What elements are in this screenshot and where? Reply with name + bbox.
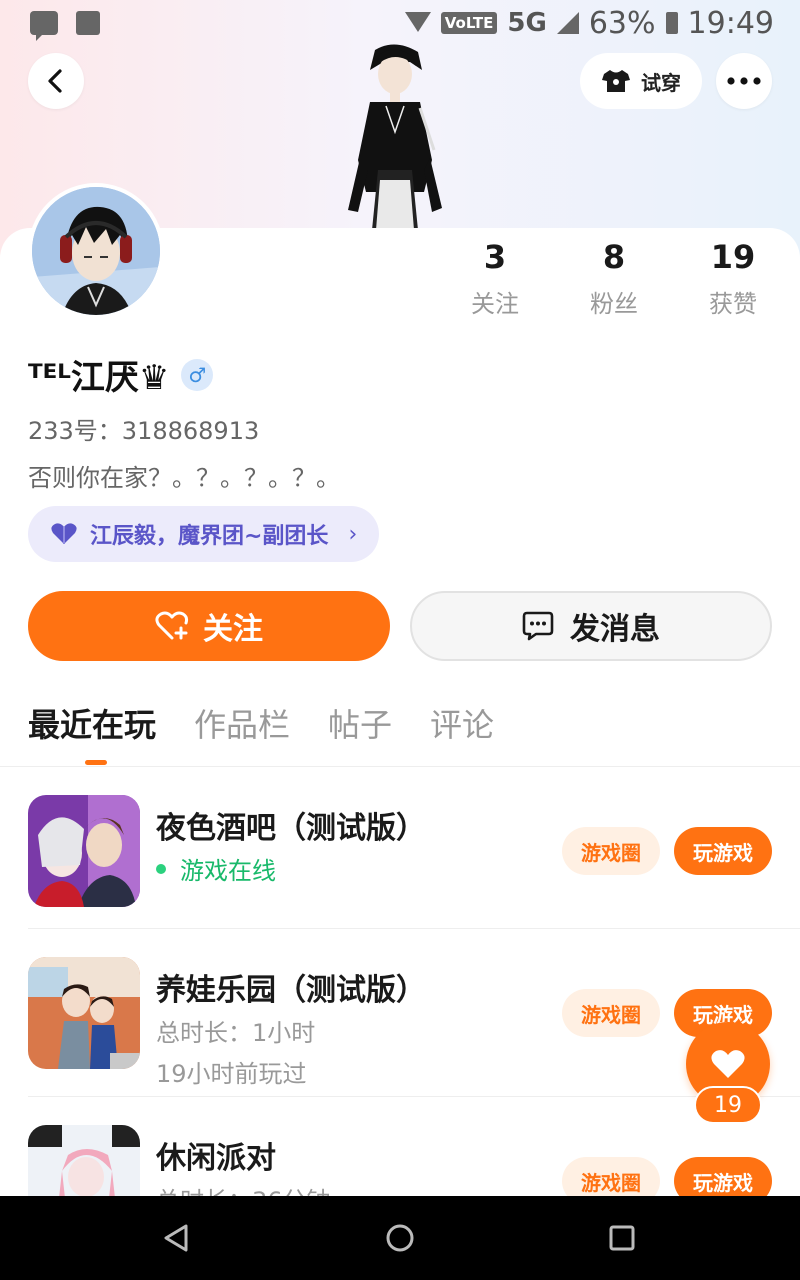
stat-label: 关注 bbox=[471, 290, 519, 318]
back-button[interactable] bbox=[28, 53, 84, 109]
stat-likes[interactable]: 19 获赞 bbox=[673, 238, 793, 319]
game-circle-button[interactable]: 游戏圈 bbox=[562, 989, 660, 1037]
game-title: 夜色酒吧（测试版） bbox=[156, 811, 426, 846]
signal-icon bbox=[556, 12, 579, 34]
nav-recents-button[interactable] bbox=[600, 1216, 644, 1260]
game-circle-button[interactable]: 游戏圈 bbox=[562, 827, 660, 875]
like-count: 19 bbox=[694, 1086, 762, 1124]
square-recents-icon bbox=[609, 1225, 635, 1251]
chevron-left-icon bbox=[48, 69, 62, 93]
network-type: 5G bbox=[507, 8, 547, 38]
game-circle-button[interactable]: 游戏圈 bbox=[562, 1157, 660, 1196]
avatar-character-illustration bbox=[348, 44, 442, 230]
stat-label: 获赞 bbox=[709, 290, 757, 318]
nav-home-button[interactable] bbox=[378, 1216, 422, 1260]
tshirt-icon bbox=[602, 70, 630, 92]
more-options-button[interactable] bbox=[716, 53, 772, 109]
online-status-label: 游戏在线 bbox=[180, 857, 276, 885]
battery-percent: 63% bbox=[588, 5, 656, 41]
game-title: 休闲派对 bbox=[156, 1141, 276, 1176]
heart-icon bbox=[711, 1050, 745, 1078]
volte-indicator: VoLTE bbox=[440, 12, 498, 34]
heart-plus-icon bbox=[155, 611, 189, 640]
try-on-label: 试穿 bbox=[641, 70, 681, 95]
tab-active-indicator bbox=[85, 760, 107, 765]
avatar-portrait bbox=[32, 187, 160, 315]
online-dot-icon bbox=[156, 863, 166, 874]
tab-works[interactable]: 作品栏 bbox=[194, 700, 290, 746]
nav-back-button[interactable] bbox=[154, 1216, 198, 1260]
chat-bubble-icon bbox=[522, 611, 554, 641]
game-thumbnail[interactable] bbox=[28, 957, 140, 1069]
guild-badge[interactable]: 江辰毅，魔界团~副团长 › bbox=[28, 506, 380, 562]
play-game-button[interactable]: 玩游戏 bbox=[674, 1157, 772, 1196]
send-message-button[interactable]: 发消息 bbox=[410, 591, 772, 661]
last-played: 19小时前玩过 bbox=[156, 1060, 307, 1088]
play-game-button[interactable]: 玩游戏 bbox=[674, 827, 772, 875]
stat-value: 3 bbox=[483, 238, 507, 276]
heart-badge-icon bbox=[51, 523, 77, 544]
try-on-button[interactable]: 试穿 bbox=[580, 53, 702, 109]
play-duration: 总时长：1小时 bbox=[156, 1019, 316, 1047]
avatar[interactable] bbox=[28, 183, 164, 319]
play-duration: 总时长：36分钟 bbox=[156, 1181, 331, 1196]
chevron-right-icon: › bbox=[348, 521, 358, 547]
user-id: 233号：318868913 bbox=[28, 417, 260, 445]
list-item[interactable]: 休闲派对 总时长：36分钟 游戏圈 玩游戏 bbox=[0, 1125, 800, 1196]
message-notification-icon bbox=[30, 11, 58, 41]
game-cover-image bbox=[28, 1125, 140, 1196]
username: ᵀᴱᴸ江厌♛ bbox=[28, 358, 170, 398]
battery-icon bbox=[665, 12, 678, 34]
game-cover-image bbox=[28, 795, 140, 907]
stat-value: 8 bbox=[602, 238, 626, 276]
game-thumbnail[interactable] bbox=[28, 795, 140, 907]
tab-posts[interactable]: 帖子 bbox=[328, 700, 392, 746]
stat-followers[interactable]: 8 粉丝 bbox=[554, 238, 674, 319]
tabs-divider bbox=[0, 766, 800, 767]
circle-home-icon bbox=[386, 1224, 414, 1252]
clock: 19:49 bbox=[687, 5, 774, 41]
follow-button[interactable]: 关注 bbox=[28, 591, 390, 661]
tab-comments[interactable]: 评论 bbox=[430, 700, 494, 746]
list-item[interactable]: 夜色酒吧（测试版） 游戏在线 游戏圈 玩游戏 bbox=[0, 795, 800, 945]
system-navigation-bar bbox=[0, 1196, 800, 1280]
row-divider bbox=[28, 1096, 800, 1097]
stat-value: 19 bbox=[710, 238, 756, 276]
game-title: 养娃乐园（测试版） bbox=[156, 973, 426, 1008]
guild-label: 江辰毅，魔界团~副团长 bbox=[90, 524, 329, 549]
profile-tabs: 最近在玩 作品栏 帖子 评论 bbox=[28, 700, 494, 746]
follow-label: 关注 bbox=[203, 612, 263, 647]
triangle-back-icon bbox=[164, 1224, 188, 1252]
stat-following[interactable]: 3 关注 bbox=[435, 238, 555, 319]
stat-label: 粉丝 bbox=[590, 290, 638, 318]
list-item[interactable]: 养娃乐园（测试版） 总时长：1小时 19小时前玩过 游戏圈 玩游戏 bbox=[0, 957, 800, 1107]
tab-recently-played[interactable]: 最近在玩 bbox=[28, 700, 156, 746]
game-cover-image bbox=[28, 957, 140, 1069]
wifi-icon bbox=[404, 12, 431, 34]
male-gender-icon: ♂ bbox=[181, 358, 214, 391]
message-label: 发消息 bbox=[570, 612, 660, 647]
user-bio: 否则你在家？。？。？。？。 bbox=[28, 464, 340, 492]
name-row: ᵀᴱᴸ江厌♛ ♂ bbox=[28, 350, 214, 399]
more-icon bbox=[727, 77, 761, 85]
online-status: 游戏在线 bbox=[156, 851, 276, 886]
game-thumbnail[interactable] bbox=[28, 1125, 140, 1196]
row-divider bbox=[28, 928, 800, 929]
image-notification-icon bbox=[76, 11, 100, 35]
